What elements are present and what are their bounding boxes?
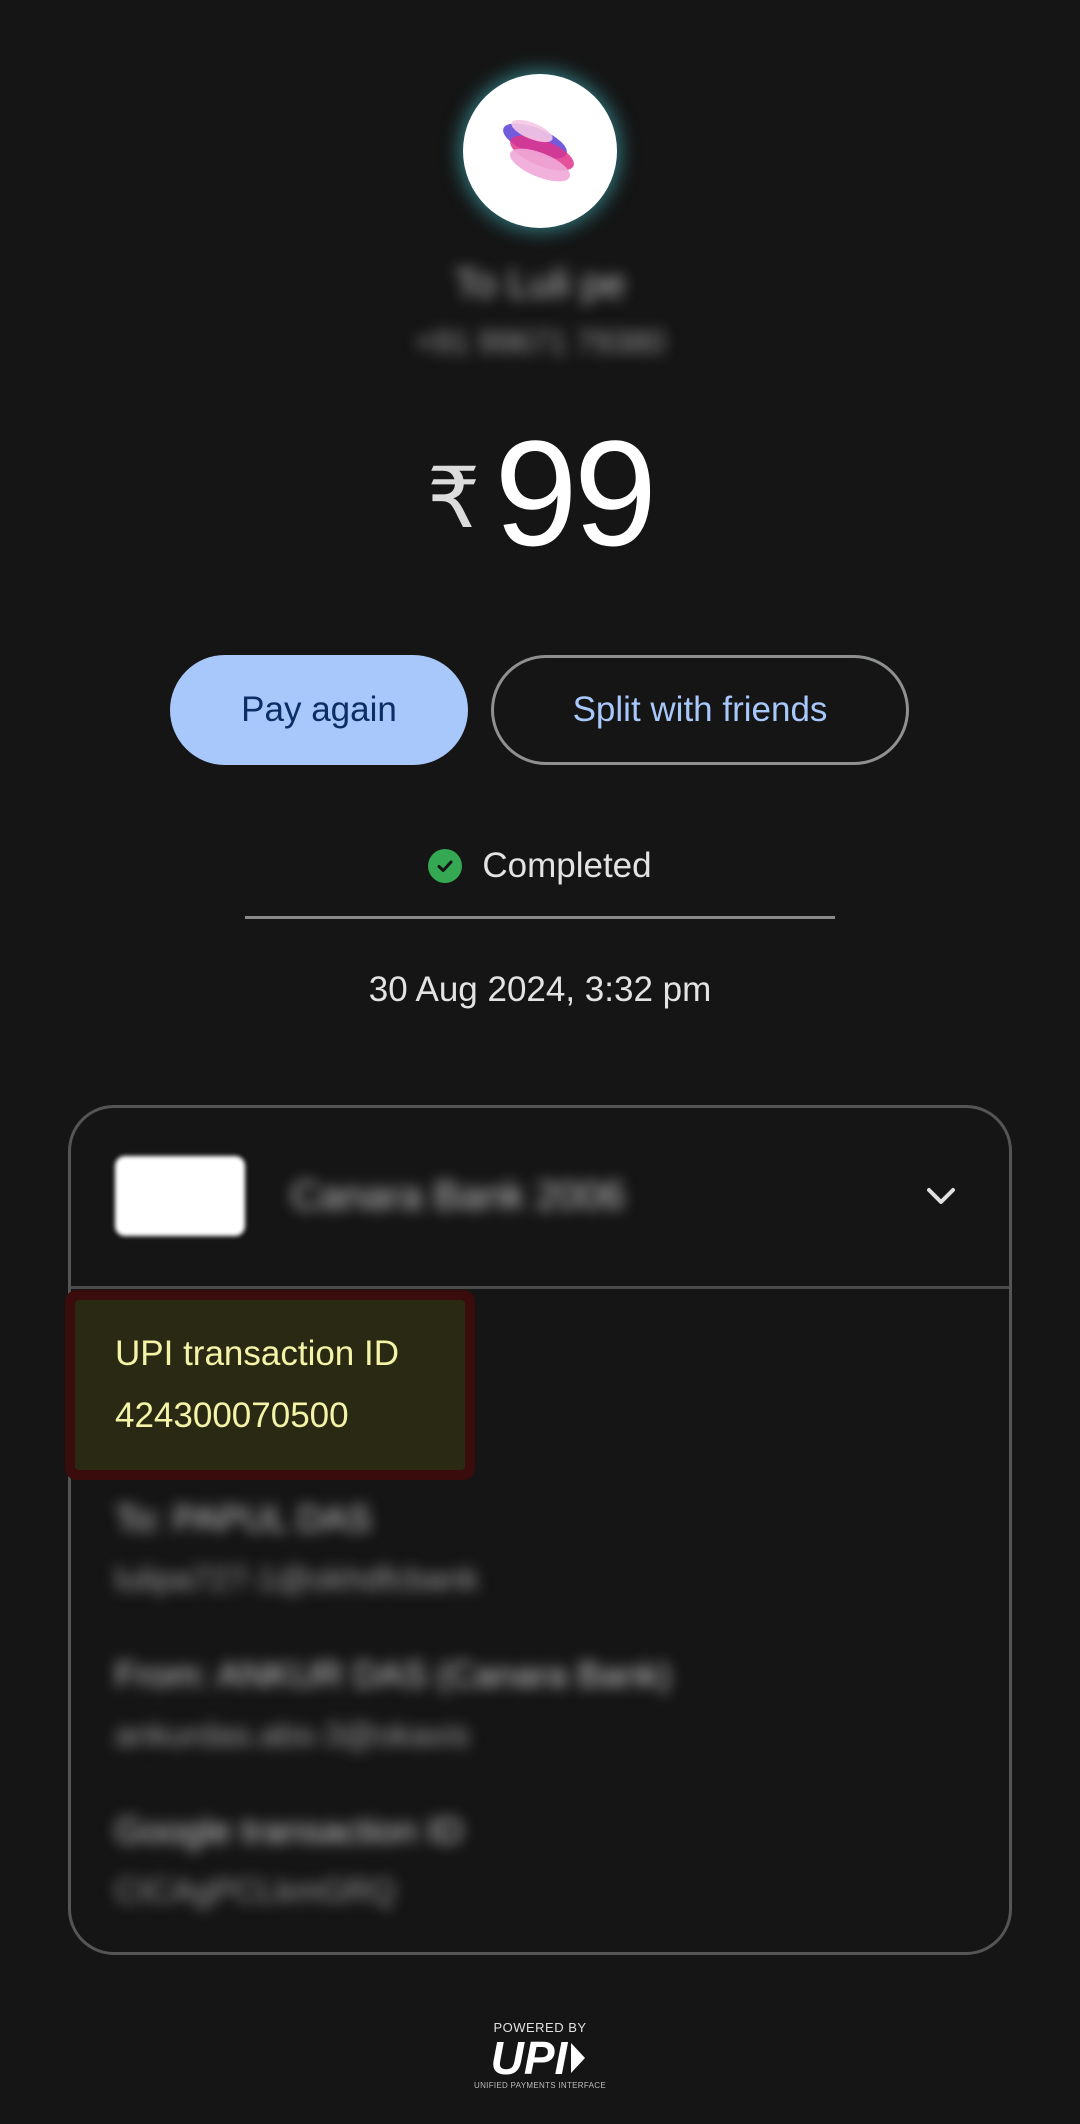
status-divider xyxy=(245,916,835,919)
bank-account-name: Canara Bank 2006 xyxy=(291,1174,625,1218)
payee-name: To Luli pe xyxy=(454,262,626,306)
payee-phone: +91 99671 79380 xyxy=(414,324,666,360)
bank-logo xyxy=(115,1156,245,1236)
status-row: Completed xyxy=(0,846,1080,886)
payee-avatar xyxy=(463,74,617,228)
google-transaction-id-label: Google transaction ID xyxy=(115,1810,464,1851)
from-sender-upi: ankurdas.abs-3@okaxis xyxy=(115,1716,470,1753)
pay-again-button[interactable]: Pay again xyxy=(170,655,468,765)
to-recipient-title: To: PAPUL DAS xyxy=(115,1498,372,1539)
payee-logo-icon xyxy=(503,119,574,182)
card-divider xyxy=(71,1286,1009,1289)
upi-branding: POWERED BY UPI UNIFIED PAYMENTS INTERFAC… xyxy=(0,2020,1080,2090)
upi-arrow-icon xyxy=(571,2043,586,2073)
upi-transaction-id-value[interactable]: 424300070500 xyxy=(115,1396,349,1436)
upi-id-highlight xyxy=(75,1300,465,1470)
upi-logo: UPI xyxy=(491,2035,590,2081)
check-circle-icon xyxy=(428,849,463,883)
status-label: Completed xyxy=(482,846,652,885)
upi-transaction-id-label: UPI transaction ID xyxy=(115,1334,399,1373)
upi-tagline: UNIFIED PAYMENTS INTERFACE xyxy=(474,2081,606,2090)
to-recipient-upi: lulipa727-1@okhdfcbank xyxy=(115,1560,479,1597)
amount-display: ₹ 99 xyxy=(0,408,1080,578)
upi-logo-text: UPI xyxy=(490,2032,568,2084)
currency-symbol: ₹ xyxy=(426,451,481,545)
transaction-details-card: Canara Bank 2006 UPI transaction ID 4243… xyxy=(68,1105,1012,1955)
bank-account-row[interactable]: Canara Bank 2006 xyxy=(71,1108,1009,1286)
from-sender-title: From: ANKUR DAS (Canara Bank) xyxy=(115,1654,672,1695)
chevron-down-icon[interactable] xyxy=(919,1174,963,1218)
transaction-datetime: 30 Aug 2024, 3:32 pm xyxy=(368,970,712,1009)
amount-value: 99 xyxy=(494,409,657,577)
split-with-friends-button[interactable]: Split with friends xyxy=(491,655,909,765)
google-transaction-id-value: CICAgPCLkmGRQ xyxy=(115,1872,396,1909)
